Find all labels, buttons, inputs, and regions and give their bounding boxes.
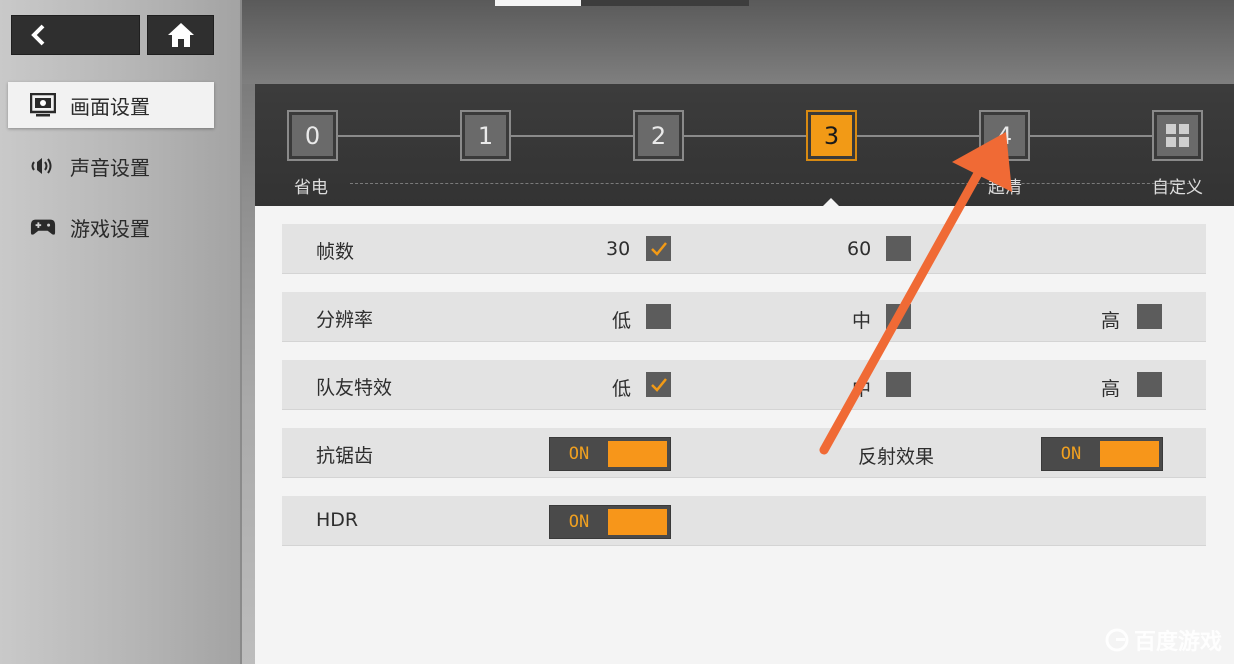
checkmark-icon [650, 377, 667, 392]
watermark-logo-icon [1105, 628, 1129, 652]
sidebar-item-sound[interactable]: 声音设置 [8, 143, 214, 189]
preset-3-button[interactable]: 3 [806, 110, 857, 161]
reflection-toggle[interactable]: ON [1041, 437, 1163, 471]
anti-aliasing-toggle[interactable]: ON [549, 437, 671, 471]
top-tab-strip[interactable] [495, 0, 749, 6]
home-icon [167, 23, 194, 47]
watermark: 百度游戏 [1104, 624, 1222, 656]
hdr-toggle[interactable]: ON [549, 505, 671, 539]
toggle-state-text: ON [568, 512, 590, 532]
preset-2-button[interactable]: 2 [633, 110, 684, 161]
fps-label: 帧数 [316, 241, 355, 263]
toggle-fill [608, 441, 667, 467]
speaker-icon [30, 154, 56, 178]
toggle-state-text: ON [568, 444, 590, 464]
preset-2-label: 2 [638, 115, 679, 156]
fps-row: 帧数 30 60 [282, 224, 1206, 274]
resolution-mid-label: 中 [852, 310, 872, 332]
hdr-label: HDR [316, 509, 359, 531]
team-effects-high-checkbox[interactable] [1137, 372, 1162, 397]
team-effects-high-label: 高 [1101, 378, 1121, 400]
sidebar-item-label: 画面设置 [70, 94, 150, 119]
header-background [242, 0, 1234, 84]
fps-30-checkbox[interactable] [646, 236, 671, 261]
fps-60-label: 60 [847, 238, 872, 260]
fps-30-label: 30 [606, 238, 631, 260]
resolution-high-label: 高 [1101, 310, 1121, 332]
resolution-label: 分辨率 [316, 309, 374, 331]
back-button[interactable] [11, 15, 140, 55]
preset-low-label: 省电 [294, 178, 328, 198]
resolution-low-label: 低 [612, 310, 632, 332]
toggle-state-text: ON [1060, 444, 1082, 464]
preset-3-label: 3 [811, 115, 852, 156]
team-effects-mid-label: 中 [852, 378, 872, 400]
preset-4-label: 4 [984, 115, 1025, 156]
top-tab-inactive[interactable] [581, 0, 749, 6]
preset-track [312, 135, 1202, 137]
display-settings-icon [30, 93, 56, 117]
gamepad-icon [30, 215, 56, 239]
fps-60-checkbox[interactable] [886, 236, 911, 261]
resolution-row: 分辨率 低 中 高 [282, 292, 1206, 342]
preset-0-label: 0 [292, 115, 333, 156]
preset-1-label: 1 [465, 115, 506, 156]
preset-custom-label: 自定义 [1152, 178, 1203, 198]
sidebar-item-game[interactable]: 游戏设置 [8, 204, 214, 250]
sidebar-item-label: 游戏设置 [70, 216, 150, 241]
back-arrow-icon [31, 24, 45, 46]
home-button[interactable] [147, 15, 214, 55]
toggle-fill [1100, 441, 1159, 467]
resolution-mid-checkbox[interactable] [886, 304, 911, 329]
checkmark-icon [650, 241, 667, 256]
selected-indicator [823, 198, 839, 206]
settings-panel: 0 1 2 3 4 省电 超清 自定义 帧数 30 60 分辨率 低 中 高 队… [255, 84, 1234, 664]
preset-1-button[interactable]: 1 [460, 110, 511, 161]
top-tab-active[interactable] [495, 0, 581, 6]
resolution-low-checkbox[interactable] [646, 304, 671, 329]
team-effects-low-checkbox[interactable] [646, 372, 671, 397]
team-effects-low-label: 低 [612, 378, 632, 400]
preset-custom-button[interactable] [1152, 110, 1203, 161]
preset-range-line [350, 183, 1190, 184]
preset-0-button[interactable]: 0 [287, 110, 338, 161]
sidebar-item-label: 声音设置 [70, 155, 150, 180]
hdr-row: HDR ON [282, 496, 1206, 546]
quality-preset-bar: 0 1 2 3 4 省电 超清 自定义 [255, 84, 1234, 206]
resolution-high-checkbox[interactable] [1137, 304, 1162, 329]
toggle-fill [608, 509, 667, 535]
team-effects-label: 队友特效 [316, 377, 393, 399]
anti-aliasing-label: 抗锯齿 [316, 445, 374, 467]
team-effects-row: 队友特效 低 中 高 [282, 360, 1206, 410]
team-effects-mid-checkbox[interactable] [886, 372, 911, 397]
watermark-text: 百度游戏 [1133, 630, 1222, 655]
preset-high-label: 超清 [988, 178, 1022, 198]
reflection-label: 反射效果 [858, 446, 935, 468]
sidebar-item-display[interactable]: 画面设置 [8, 82, 214, 128]
anti-aliasing-row: 抗锯齿 ON 反射效果 ON [282, 428, 1206, 478]
preset-4-button[interactable]: 4 [979, 110, 1030, 161]
grid-icon [1166, 124, 1189, 147]
